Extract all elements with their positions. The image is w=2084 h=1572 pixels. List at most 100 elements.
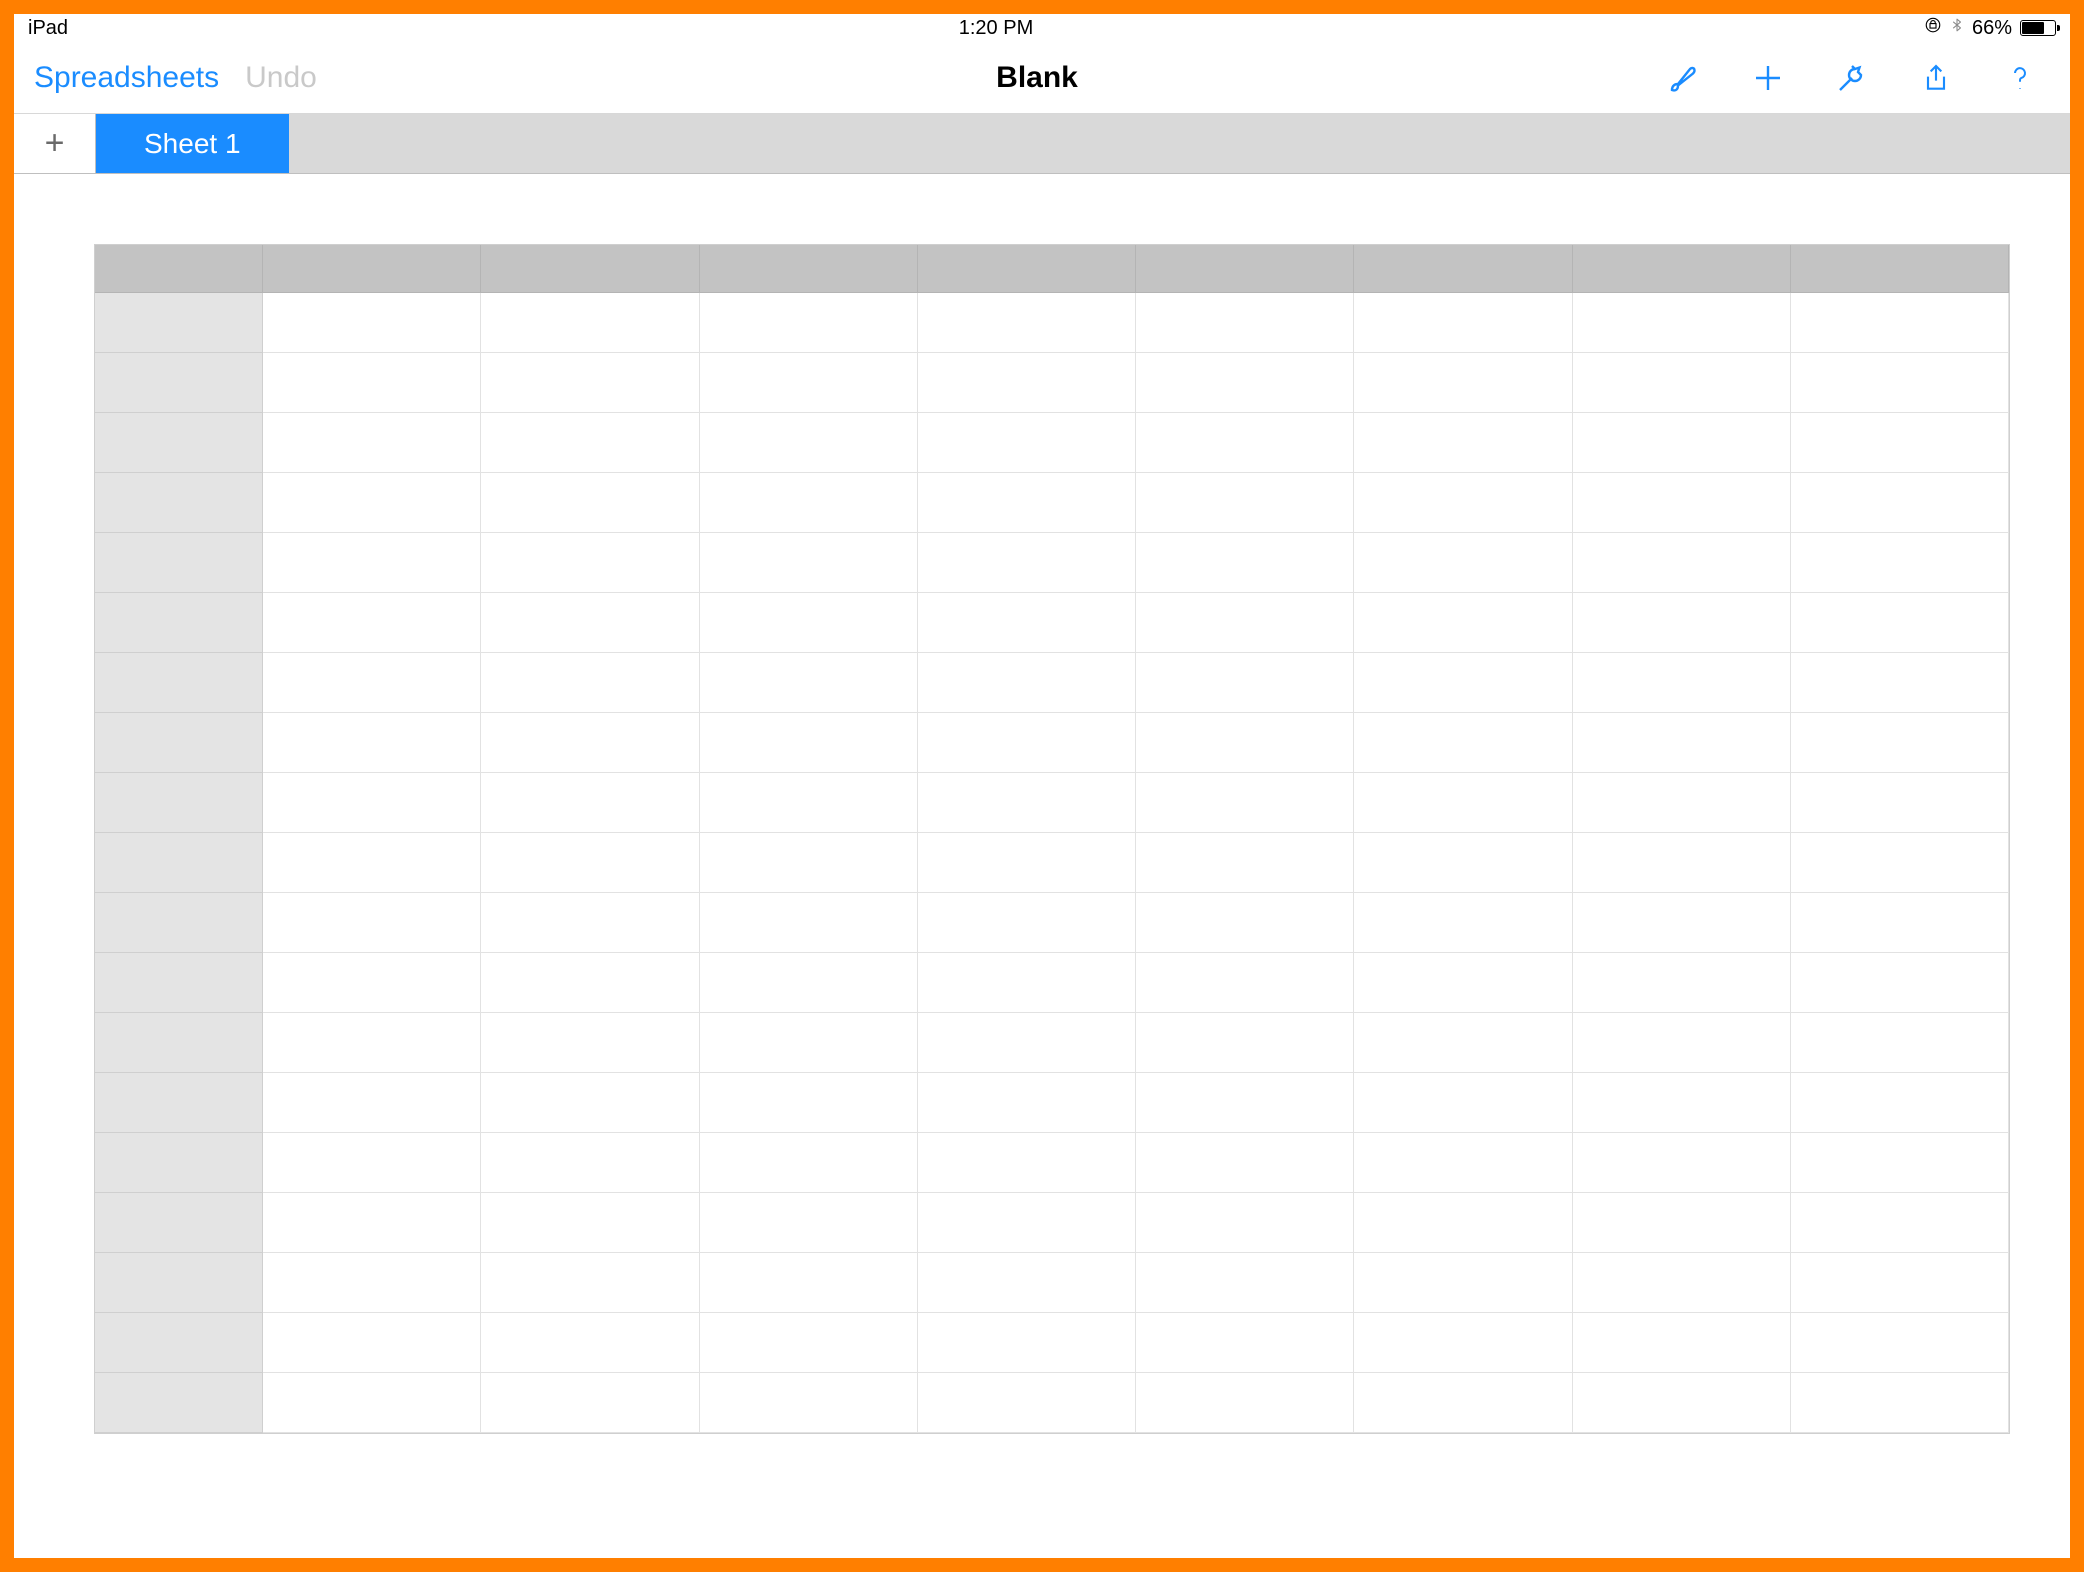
- cell[interactable]: [1573, 1073, 1791, 1133]
- cell[interactable]: [263, 353, 481, 413]
- column-header[interactable]: [700, 245, 918, 293]
- cell[interactable]: [1136, 1013, 1354, 1073]
- cell[interactable]: [1573, 353, 1791, 413]
- cell[interactable]: [481, 893, 699, 953]
- row-header[interactable]: [95, 773, 263, 833]
- spreadsheet-canvas[interactable]: [14, 174, 2070, 1558]
- cell[interactable]: [700, 1253, 918, 1313]
- cell[interactable]: [1136, 953, 1354, 1013]
- cell[interactable]: [1354, 1253, 1572, 1313]
- cell[interactable]: [700, 773, 918, 833]
- cell[interactable]: [700, 1013, 918, 1073]
- cell[interactable]: [918, 413, 1136, 473]
- cell[interactable]: [481, 953, 699, 1013]
- row-header[interactable]: [95, 1253, 263, 1313]
- column-header[interactable]: [481, 245, 699, 293]
- cell[interactable]: [481, 713, 699, 773]
- cell[interactable]: [481, 1193, 699, 1253]
- row-header[interactable]: [95, 833, 263, 893]
- cell[interactable]: [1354, 473, 1572, 533]
- cell[interactable]: [1573, 1133, 1791, 1193]
- row-header[interactable]: [95, 293, 263, 353]
- cell[interactable]: [918, 653, 1136, 713]
- cell[interactable]: [700, 1073, 918, 1133]
- cell[interactable]: [918, 773, 1136, 833]
- row-header[interactable]: [95, 593, 263, 653]
- cell[interactable]: [918, 893, 1136, 953]
- cell[interactable]: [1354, 653, 1572, 713]
- cell[interactable]: [1791, 353, 2009, 413]
- cell[interactable]: [1136, 353, 1354, 413]
- cell[interactable]: [481, 1313, 699, 1373]
- cell[interactable]: [918, 1313, 1136, 1373]
- cell[interactable]: [1354, 773, 1572, 833]
- cell[interactable]: [1573, 773, 1791, 833]
- row-header[interactable]: [95, 1133, 263, 1193]
- cell[interactable]: [1791, 653, 2009, 713]
- cell[interactable]: [1573, 1253, 1791, 1313]
- row-header[interactable]: [95, 473, 263, 533]
- cell[interactable]: [700, 653, 918, 713]
- cell[interactable]: [1136, 1193, 1354, 1253]
- cell[interactable]: [263, 953, 481, 1013]
- cell[interactable]: [1136, 653, 1354, 713]
- paintbrush-icon[interactable]: [1664, 58, 1704, 98]
- column-header[interactable]: [1791, 245, 2009, 293]
- plus-icon[interactable]: [1748, 58, 1788, 98]
- cell[interactable]: [1354, 1133, 1572, 1193]
- cell[interactable]: [918, 1013, 1136, 1073]
- cell[interactable]: [918, 713, 1136, 773]
- cell[interactable]: [263, 533, 481, 593]
- cell[interactable]: [1354, 953, 1572, 1013]
- cell[interactable]: [1136, 833, 1354, 893]
- column-header[interactable]: [1136, 245, 1354, 293]
- cell[interactable]: [1573, 1313, 1791, 1373]
- undo-button[interactable]: Undo: [245, 61, 317, 95]
- cell[interactable]: [1791, 293, 2009, 353]
- cell[interactable]: [1573, 473, 1791, 533]
- cell[interactable]: [1573, 1373, 1791, 1433]
- cell[interactable]: [1791, 413, 2009, 473]
- cell[interactable]: [918, 473, 1136, 533]
- row-header[interactable]: [95, 953, 263, 1013]
- cell[interactable]: [700, 1313, 918, 1373]
- cell[interactable]: [1791, 1013, 2009, 1073]
- cell[interactable]: [918, 533, 1136, 593]
- cell[interactable]: [1136, 1133, 1354, 1193]
- cell[interactable]: [700, 1193, 918, 1253]
- cell[interactable]: [918, 593, 1136, 653]
- back-button[interactable]: Spreadsheets: [34, 61, 219, 95]
- cell[interactable]: [918, 1193, 1136, 1253]
- cell[interactable]: [263, 1373, 481, 1433]
- row-header[interactable]: [95, 1073, 263, 1133]
- cell[interactable]: [1573, 1013, 1791, 1073]
- cell[interactable]: [1136, 1253, 1354, 1313]
- cell[interactable]: [481, 1253, 699, 1313]
- row-header[interactable]: [95, 893, 263, 953]
- cell[interactable]: [1136, 293, 1354, 353]
- cell[interactable]: [1573, 1193, 1791, 1253]
- cell[interactable]: [1573, 953, 1791, 1013]
- cell[interactable]: [1791, 593, 2009, 653]
- cell[interactable]: [918, 353, 1136, 413]
- cell[interactable]: [481, 1133, 699, 1193]
- wrench-icon[interactable]: [1832, 58, 1872, 98]
- cell[interactable]: [918, 1073, 1136, 1133]
- cell[interactable]: [700, 293, 918, 353]
- cell[interactable]: [263, 293, 481, 353]
- cell[interactable]: [1573, 833, 1791, 893]
- cell[interactable]: [918, 953, 1136, 1013]
- cell[interactable]: [481, 1013, 699, 1073]
- cell[interactable]: [1136, 1313, 1354, 1373]
- cell[interactable]: [481, 833, 699, 893]
- cell[interactable]: [263, 653, 481, 713]
- cell[interactable]: [1791, 533, 2009, 593]
- cell[interactable]: [1136, 773, 1354, 833]
- row-header[interactable]: [95, 713, 263, 773]
- sheet-tab-active[interactable]: Sheet 1: [96, 114, 289, 173]
- cell[interactable]: [1573, 533, 1791, 593]
- cell[interactable]: [1791, 713, 2009, 773]
- cell[interactable]: [700, 1133, 918, 1193]
- cell[interactable]: [1136, 713, 1354, 773]
- cell[interactable]: [1136, 1073, 1354, 1133]
